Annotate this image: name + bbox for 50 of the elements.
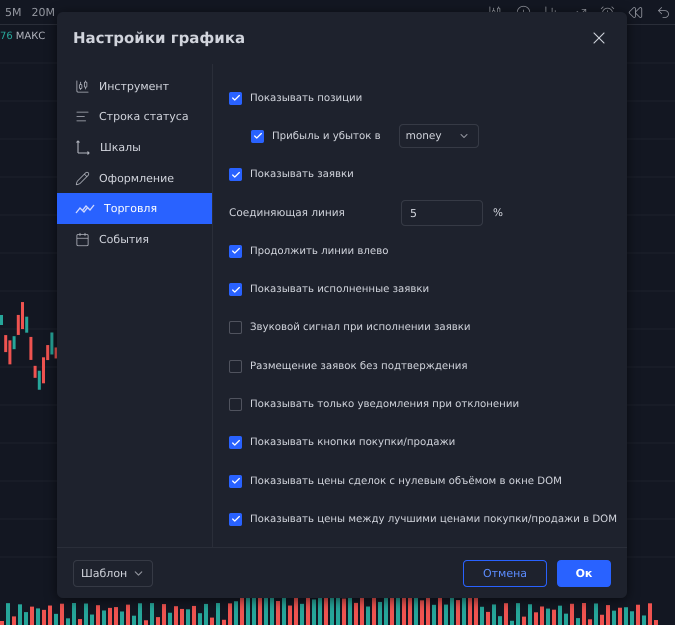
- pencil-icon: [75, 170, 90, 186]
- checkbox[interactable]: [229, 244, 242, 258]
- candlestick-icon: [75, 78, 90, 94]
- checkbox[interactable]: [229, 360, 242, 373]
- template-dropdown[interactable]: Шаблон: [73, 560, 153, 586]
- number-field[interactable]: 5: [401, 200, 484, 226]
- option-label: Показывать кнопки покупки/продажи: [250, 437, 456, 448]
- cancel-button[interactable]: Отмена: [463, 560, 547, 586]
- checkbox[interactable]: [229, 168, 242, 182]
- checkbox[interactable]: [229, 398, 242, 412]
- checkbox[interactable]: [251, 130, 264, 143]
- unit-label: %: [493, 207, 503, 220]
- option-label: Продолжить линии влево: [250, 246, 388, 257]
- option-label: Размещение заявок без подтверждения: [250, 360, 468, 372]
- checkbox[interactable]: [229, 512, 242, 526]
- option-label: Соединяющая линия: [229, 207, 346, 220]
- timeframe-item[interactable]: 5M: [0, 6, 26, 18]
- lines-icon: [75, 109, 90, 124]
- dialog-title: Настройки графика: [73, 29, 246, 47]
- trend-lines-icon: [75, 202, 95, 215]
- checkbox[interactable]: [229, 283, 242, 296]
- option-label: Показывать позиции: [250, 92, 362, 104]
- ok-button[interactable]: Ок: [557, 560, 611, 586]
- rewind-icon[interactable]: [628, 4, 643, 20]
- option-label: Показывать цены между лучшими ценами покупки/продажи в DOM: [250, 514, 617, 525]
- checkbox[interactable]: [229, 436, 242, 450]
- sidebar-item[interactable]: Строка статуса: [57, 102, 212, 132]
- undo-icon[interactable]: [656, 4, 671, 20]
- legend-label: МАКС: [16, 31, 46, 42]
- option-label: Прибыль и убыток в: [272, 130, 381, 142]
- checkbox[interactable]: [229, 474, 242, 488]
- sidebar-item[interactable]: Шкалы: [57, 132, 212, 163]
- sidebar-item[interactable]: Инструмент: [57, 71, 212, 102]
- sidebar-item[interactable]: Торговля: [57, 193, 212, 224]
- sidebar-item[interactable]: Оформление: [57, 162, 212, 194]
- sidebar-item[interactable]: События: [57, 224, 212, 255]
- calendar-icon: [75, 232, 90, 247]
- option-label: Показывать заявки: [250, 169, 354, 180]
- checkbox[interactable]: [229, 321, 242, 334]
- currency-select[interactable]: money: [398, 124, 479, 148]
- checkbox[interactable]: [229, 92, 242, 105]
- option-label: Показывать только уведомления при отклонении: [250, 399, 520, 410]
- option-label: Звуковой сигнал при исполнении заявки: [250, 322, 471, 334]
- option-label: Показывать цены сделок с нулевым объёмом в окне DOM: [250, 476, 562, 487]
- timeframe-item[interactable]: 20M: [26, 6, 60, 18]
- candle: [0, 315, 3, 325]
- axes-icon: [75, 139, 91, 156]
- candle: [29, 336, 32, 360]
- legend-value: 76: [0, 31, 13, 42]
- option-label: Показывать исполненные заявки: [250, 284, 430, 296]
